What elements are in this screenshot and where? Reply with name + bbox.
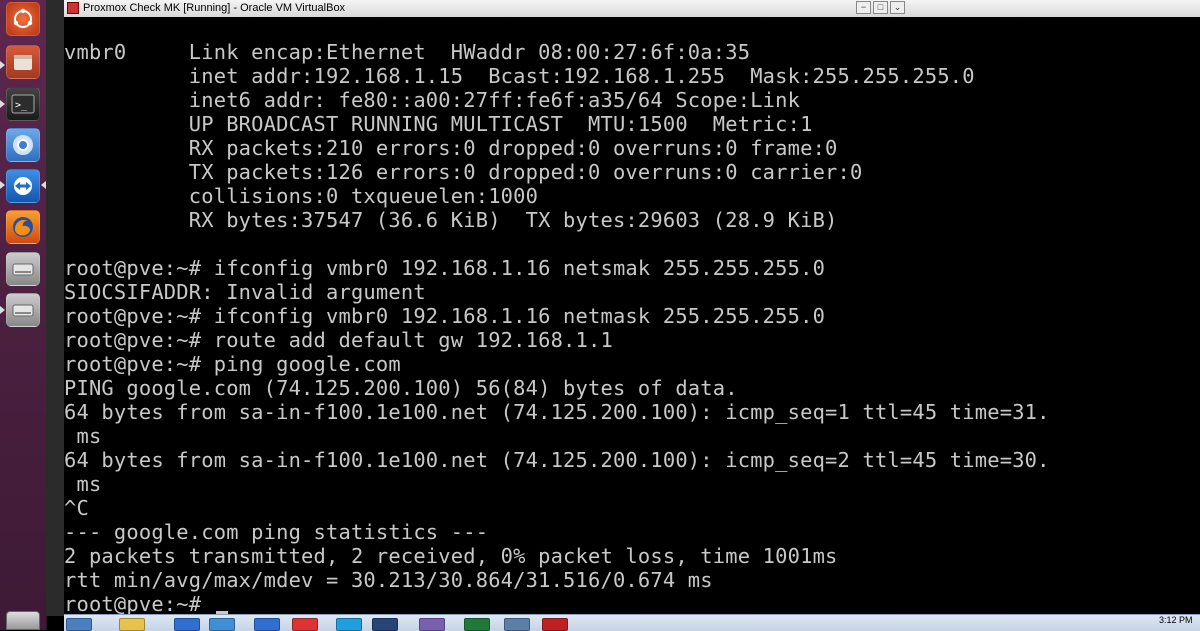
outlook-icon[interactable]: [254, 618, 280, 631]
drive-icon-2[interactable]: [6, 293, 40, 327]
minimize-button[interactable]: −: [856, 1, 871, 14]
virtualbox-icon[interactable]: [372, 618, 398, 631]
ubuntu-dash-icon[interactable]: [6, 2, 40, 36]
trash-icon[interactable]: [6, 611, 40, 630]
terminal-icon[interactable]: >_: [6, 87, 40, 121]
terminal-line: 64 bytes from sa-in-f100.1e100.net (74.1…: [64, 448, 1050, 472]
window-title: Proxmox Check MK [Running] - Oracle VM V…: [83, 2, 346, 14]
drive-icon[interactable]: [6, 252, 40, 286]
host-taskbar: 3:12 PM: [64, 614, 1200, 631]
terminal-line: SIOCSIFADDR: Invalid argument: [64, 280, 426, 304]
terminal-line: rtt min/avg/max/mdev = 30.213/30.864/31.…: [64, 568, 713, 592]
running-indicator: [0, 100, 5, 108]
taskbar-clock: 3:12 PM: [1159, 615, 1193, 625]
terminal-line: ^C: [64, 496, 89, 520]
teamviewer-icon[interactable]: [6, 169, 40, 203]
start-icon[interactable]: [66, 618, 92, 631]
media-icon[interactable]: [209, 618, 235, 631]
svg-text:>_: >_: [15, 100, 28, 111]
running-indicator: [0, 61, 5, 69]
shell-prompt: root@pve:~#: [64, 592, 214, 614]
chrome-icon[interactable]: [292, 618, 318, 631]
terminal-line: collisions:0 txqueuelen:1000: [64, 184, 539, 208]
running-indicator: [0, 181, 5, 189]
terminal-prompt-line[interactable]: root@pve:~#: [64, 592, 1050, 614]
terminal-line: 64 bytes from sa-in-f100.1e100.net (74.1…: [64, 400, 1050, 424]
network-icon[interactable]: [504, 618, 530, 631]
excel-icon[interactable]: [464, 618, 490, 631]
window-controls: − □ ⌄: [856, 1, 905, 14]
terminal-line: UP BROADCAST RUNNING MULTICAST MTU:1500 …: [64, 112, 813, 136]
firefox-icon[interactable]: [6, 210, 40, 244]
terminal-line: 2 packets transmitted, 2 received, 0% pa…: [64, 544, 838, 568]
terminal-line: inet6 addr: fe80::a00:27ff:fe6f:a35/64 S…: [64, 88, 801, 112]
terminal-line: inet addr:192.168.1.15 Bcast:192.168.1.2…: [64, 64, 975, 88]
app-icon[interactable]: [419, 618, 445, 631]
window-titlebar[interactable]: Proxmox Check MK [Running] - Oracle VM V…: [64, 0, 1200, 18]
terminal-line: root@pve:~# route add default gw 192.168…: [64, 328, 613, 352]
terminal-line: root@pve:~# ifconfig vmbr0 192.168.1.16 …: [64, 256, 826, 280]
running-indicator: [0, 306, 5, 314]
terminal-line: root@pve:~# ping google.com: [64, 352, 401, 376]
chevron-down-icon[interactable]: ⌄: [890, 1, 905, 14]
ie-icon[interactable]: [174, 618, 200, 631]
filezilla-icon[interactable]: [542, 618, 568, 631]
virtualbox-icon: [67, 2, 79, 14]
terminal-line: ms: [64, 472, 102, 496]
terminal-console[interactable]: vmbr0 Link encap:Ethernet HWaddr 08:00:2…: [64, 17, 1200, 614]
explorer-icon[interactable]: [119, 618, 145, 631]
window-border: [46, 0, 64, 616]
terminal-output: vmbr0 Link encap:Ethernet HWaddr 08:00:2…: [64, 40, 1050, 614]
system-tray: [1074, 618, 1154, 631]
skype-icon[interactable]: [336, 618, 362, 631]
terminal-line: root@pve:~# ifconfig vmbr0 192.168.1.16 …: [64, 304, 826, 328]
terminal-line: PING google.com (74.125.200.100) 56(84) …: [64, 376, 738, 400]
terminal-line: RX bytes:37547 (36.6 KiB) TX bytes:29603…: [64, 208, 838, 232]
ubuntu-launcher: >_: [0, 0, 47, 630]
terminal-line: TX packets:126 errors:0 dropped:0 overru…: [64, 160, 863, 184]
terminal-line: RX packets:210 errors:0 dropped:0 overru…: [64, 136, 838, 160]
chromium-icon[interactable]: [6, 128, 40, 162]
restore-button[interactable]: □: [873, 1, 888, 14]
terminal-line: vmbr0 Link encap:Ethernet HWaddr 08:00:2…: [64, 40, 751, 64]
terminal-line: --- google.com ping statistics ---: [64, 520, 489, 544]
files-icon[interactable]: [6, 45, 40, 79]
terminal-line: ms: [64, 424, 102, 448]
